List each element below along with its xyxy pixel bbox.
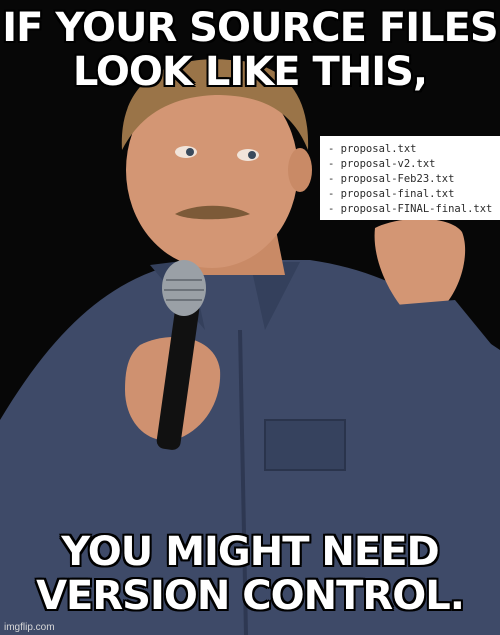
file-list-card: - proposal.txt - proposal-v2.txt - propo…	[320, 136, 500, 220]
watermark: imgflip.com	[4, 622, 55, 633]
file-list-item: - proposal-FINAL-final.txt	[328, 203, 493, 215]
bottom-caption: YOU MIGHT NEED VERSION CONTROL.	[36, 529, 465, 619]
top-caption: IF YOUR SOURCE FILES LOOK LIKE THIS,	[2, 5, 498, 95]
file-list-item: - proposal-Feb23.txt	[328, 173, 455, 185]
microphone-head	[162, 260, 206, 316]
file-list-item: - proposal-final.txt	[328, 188, 455, 200]
meme: IF YOUR SOURCE FILES LOOK LIKE THIS, - p…	[0, 0, 500, 635]
file-list-item: - proposal.txt	[328, 143, 417, 155]
shirt-pocket	[264, 419, 346, 471]
file-list-item: - proposal-v2.txt	[328, 158, 436, 170]
right-ear	[288, 148, 312, 192]
